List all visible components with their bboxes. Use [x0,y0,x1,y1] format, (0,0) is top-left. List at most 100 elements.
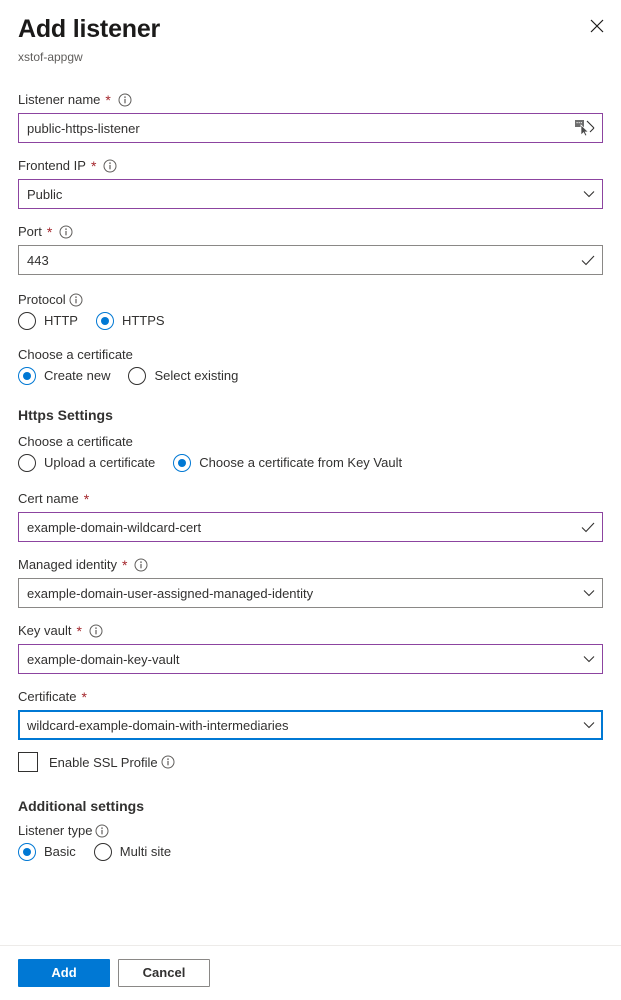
radio-keyvault-certificate[interactable]: Choose a certificate from Key Vault [173,454,402,472]
listener-name-label: Listener name * [18,91,603,109]
info-icon[interactable] [161,755,175,769]
field-cert-name: Cert name * [18,490,603,542]
required-asterisk: * [46,224,53,240]
protocol-label-text: Protocol [18,292,66,307]
certificate-value[interactable] [19,711,602,739]
port-label: Port * [18,223,603,241]
choose-certificate-kv-label-text: Choose a certificate [18,434,133,449]
cert-name-label: Cert name * [18,490,603,508]
field-choose-certificate-top: Choose a certificate Create new Select e… [18,346,603,385]
listener-name-input-wrap[interactable] [18,113,603,143]
managed-identity-value[interactable] [19,579,602,607]
enable-ssl-profile-label-text: Enable SSL Profile [49,754,158,770]
certificate-label: Certificate * [18,688,603,706]
field-certificate: Certificate * [18,688,603,740]
certificate-dropdown[interactable] [18,710,603,740]
managed-identity-label-text: Managed identity [18,557,118,572]
enable-ssl-profile-label: Enable SSL Profile [49,755,175,770]
radio-create-new[interactable]: Create new [18,367,110,385]
cert-name-label-text: Cert name [18,491,79,506]
port-input[interactable] [19,246,602,274]
protocol-label: Protocol [18,291,603,309]
info-icon[interactable] [89,624,103,638]
managed-identity-dropdown[interactable] [18,578,603,608]
enable-ssl-profile-row[interactable]: Enable SSL Profile [18,752,603,772]
radio-label: Select existing [154,368,239,383]
listener-name-label-text: Listener name [18,92,101,107]
chevron-down-icon[interactable] [583,180,595,208]
radio-select-existing[interactable]: Select existing [128,367,238,385]
enable-ssl-profile-checkbox[interactable] [18,752,38,772]
field-frontend-ip: Frontend IP * [18,157,603,209]
key-vault-label-text: Key vault [18,623,72,638]
required-asterisk: * [83,491,90,507]
required-asterisk: * [76,623,82,639]
radio-circle-selected [95,312,114,330]
info-icon[interactable] [69,293,83,307]
port-input-wrap[interactable] [18,245,603,275]
choose-certificate-top-label: Choose a certificate [18,346,603,364]
radio-circle [18,312,36,330]
radio-listener-type-basic[interactable]: Basic [18,843,76,861]
info-icon[interactable] [118,93,132,107]
cancel-button[interactable]: Cancel [118,959,210,987]
choose-certificate-kv-label: Choose a certificate [18,433,603,451]
blade-subtitle: xstof-appgw [18,50,83,64]
radio-protocol-https[interactable]: HTTPS [95,312,165,330]
blade-footer: Add Cancel [0,945,621,1000]
chevron-down-icon[interactable] [583,645,595,673]
cert-name-input[interactable] [19,513,602,541]
field-port: Port * [18,223,603,275]
field-listener-type: Listener type Basic Multi site [18,822,603,861]
listener-type-label: Listener type [18,822,603,840]
add-button[interactable]: Add [18,959,110,987]
radio-label: HTTPS [121,313,165,328]
radio-circle [18,454,36,472]
radio-label: HTTP [44,313,78,328]
key-vault-dropdown[interactable] [18,644,603,674]
listener-type-radio-group: Basic Multi site [18,843,603,861]
close-icon [590,19,604,33]
radio-listener-type-multi-site[interactable]: Multi site [93,843,172,861]
port-label-text: Port [18,224,42,239]
frontend-ip-value[interactable] [19,180,602,208]
additional-settings-heading: Additional settings [18,798,144,814]
choose-certificate-top-radio-group: Create new Select existing [18,367,603,385]
radio-protocol-http[interactable]: HTTP [18,312,78,330]
field-listener-name: Listener name * [18,91,603,143]
radio-label: Multi site [119,844,172,859]
radio-label: Create new [44,368,111,383]
info-icon[interactable] [134,558,148,572]
required-asterisk: * [90,158,97,174]
radio-upload-certificate[interactable]: Upload a certificate [18,454,155,472]
radio-circle-selected [173,454,192,472]
listener-form: Listener name * public-https-listener Fr… [0,91,621,861]
cert-name-input-wrap[interactable] [18,512,603,542]
chevron-down-icon[interactable] [583,711,595,739]
radio-circle [128,367,147,385]
frontend-ip-label-text: Frontend IP [18,158,86,173]
key-vault-value[interactable] [19,645,602,673]
info-icon[interactable] [95,824,109,838]
radio-circle-selected [18,367,36,385]
radio-circle [93,843,112,861]
required-asterisk: * [81,689,87,705]
close-button[interactable] [581,10,613,42]
listener-name-input[interactable] [19,114,602,142]
field-managed-identity: Managed identity * [18,556,603,608]
page-title: Add listener [18,15,161,43]
listener-type-label-text: Listener type [18,823,93,838]
add-listener-blade: Add listener xstof-appgw Listener name * [0,0,621,1000]
info-icon[interactable] [103,159,117,173]
blade-header: Add listener xstof-appgw [0,0,621,65]
radio-label: Choose a certificate from Key Vault [199,455,403,470]
frontend-ip-dropdown[interactable] [18,179,603,209]
radio-circle-selected [18,843,36,861]
field-protocol: Protocol HTTP HTTPS [18,291,603,330]
chevron-down-icon[interactable] [583,579,595,607]
required-asterisk: * [122,557,128,573]
frontend-ip-label: Frontend IP * [18,157,603,175]
info-icon[interactable] [59,225,73,239]
choose-certificate-top-label-text: Choose a certificate [18,347,133,362]
managed-identity-label: Managed identity * [18,556,603,574]
